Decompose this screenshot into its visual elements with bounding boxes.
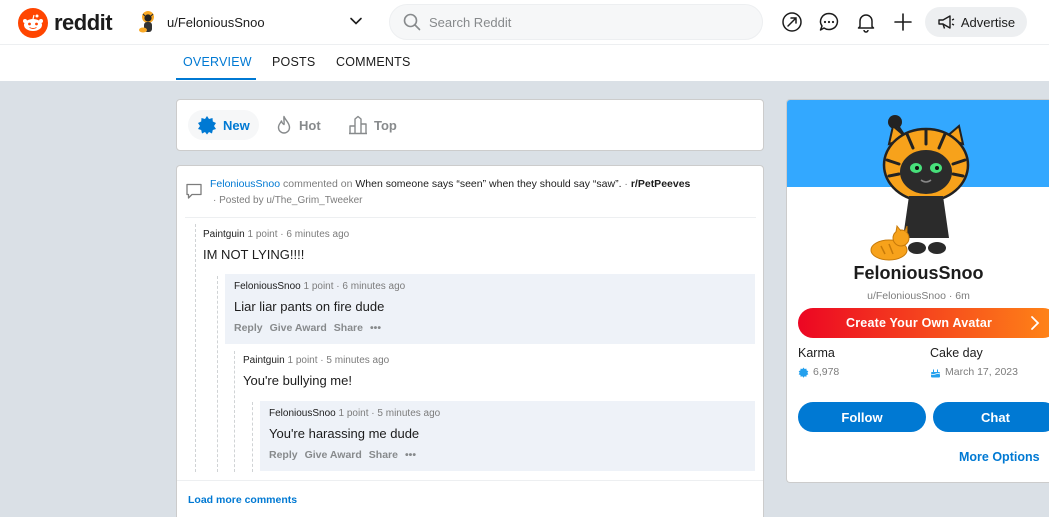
active-tab-indicator [176,78,256,80]
sort-top-label: Top [374,117,397,133]
create-post-plus-icon[interactable] [891,10,915,34]
cake-day-label: Cake day [930,346,983,360]
notification-bell-icon[interactable] [854,10,878,34]
profile-tabs-bar: OVERVIEW POSTS COMMENTS [0,45,1049,81]
sort-bar: New Hot Top [176,99,764,151]
comment-item: Paintguin 1 point · 5 minutes ago You're… [243,355,753,399]
sort-hot-label: Hot [299,117,321,133]
logo-wordmark: reddit [54,10,113,35]
chat-icon[interactable] [817,10,841,34]
comment-score-time: 1 point · 6 minutes ago [247,229,350,240]
thread-line [217,276,218,472]
karma-icon [798,367,809,378]
profile-card: FeloniousSnoo u/FeloniousSnoo · 6m Creat… [786,99,1049,483]
load-more-comments-link[interactable]: Load more comments [188,494,297,506]
megaphone-icon [938,15,955,29]
comment-thread-card: FeloniousSnoo commented on When someone … [176,165,764,517]
share-button[interactable]: Share [369,449,398,461]
user-switcher-dropdown[interactable]: u/FeloniousSnoo [133,5,373,39]
profile-handle: u/FeloniousSnoo · 6m [867,290,970,302]
comment-author-link[interactable]: Paintguin [203,229,245,240]
posted-by-link[interactable]: · Posted by u/The_Grim_Tweeker [213,195,363,206]
sort-top-button[interactable]: Top [339,110,406,140]
cake-day-value: March 17, 2023 [945,366,1018,378]
karma-value: 6,978 [813,366,840,378]
reddit-logo[interactable]: reddit [18,8,113,38]
comment-item-highlighted: FeloniousSnoo 1 point · 5 minutes ago Yo… [260,401,755,471]
snoo-tiger-avatar-icon [870,115,970,261]
context-line: FeloniousSnoo commented on When someone … [210,178,690,190]
context-author-link[interactable]: FeloniousSnoo [210,178,280,190]
more-options-icon[interactable]: ••• [405,449,416,461]
advertise-label: Advertise [960,14,1016,30]
comment-author-link[interactable]: FeloniousSnoo [269,408,336,419]
sort-hot-button[interactable]: Hot [266,110,330,140]
user-avatar-icon [139,11,154,33]
karma-value-row: 6,978 [798,366,839,378]
sort-new-label: New [223,117,250,133]
comment-actions: Reply Give Award Share ••• [269,449,755,461]
comment-body: You're bullying me! [243,373,352,388]
context-verb: commented on [282,178,353,190]
create-avatar-button[interactable]: Create Your Own Avatar [798,308,1049,338]
sort-new-button[interactable]: New [188,110,259,140]
cake-day-stat: Cake day March 17, 2023 [930,346,1018,378]
top-navigation-bar: reddit u/FeloniousSnoo Search Reddit Adv… [0,0,1049,45]
comment-actions: Reply Give Award Share ••• [234,322,755,334]
comment-item: Paintguin 1 point · 6 minutes ago IM NOT… [203,229,743,273]
tab-comments[interactable]: COMMENTS [336,55,411,69]
subreddit-link[interactable]: r/PetPeeves [631,178,691,190]
comment-author-link[interactable]: Paintguin [243,355,285,366]
comment-score-time: 1 point · 5 minutes ago [338,408,441,419]
top-chart-icon [349,115,367,135]
cake-icon [930,369,941,377]
post-title-link[interactable]: When someone says “seen” when they shoul… [355,178,621,190]
chevron-down-icon [350,17,362,25]
comment-score-time: 1 point · 6 minutes ago [303,281,406,292]
share-button[interactable]: Share [334,322,363,334]
cake-day-value-row: March 17, 2023 [930,366,1018,378]
search-bar[interactable] [389,4,763,40]
thread-line [252,402,253,472]
comment-meta: Paintguin 1 point · 5 minutes ago [243,355,753,366]
reply-button[interactable]: Reply [269,449,298,461]
comment-body: You're harassing me dude [269,426,420,441]
comment-item-highlighted: FeloniousSnoo 1 point · 6 minutes ago Li… [225,274,755,344]
context-separator: · [624,178,628,190]
flame-icon [277,115,291,134]
follow-button[interactable]: Follow [798,402,926,432]
karma-stat: Karma 6,978 [798,346,839,378]
tab-posts[interactable]: POSTS [272,55,315,69]
chat-button[interactable]: Chat [933,402,1049,432]
more-options-link[interactable]: More Options [959,450,1040,464]
snoo-logo-icon [18,8,48,38]
divider [177,480,763,481]
popular-icon[interactable] [780,10,804,34]
comment-meta: FeloniousSnoo 1 point · 6 minutes ago [234,281,755,292]
chevron-right-icon [1031,316,1040,330]
comment-meta: Paintguin 1 point · 6 minutes ago [203,229,743,240]
comment-bubble-icon [186,183,202,199]
search-input[interactable] [429,14,729,30]
advertise-button[interactable]: Advertise [925,7,1027,37]
tab-overview[interactable]: OVERVIEW [183,55,252,69]
give-award-button[interactable]: Give Award [270,322,327,334]
karma-label: Karma [798,346,835,360]
comment-body: IM NOT LYING!!!! [203,247,305,262]
thread-line [195,224,196,472]
profile-display-name: FeloniousSnoo [853,263,984,283]
search-icon [403,13,421,31]
create-avatar-label: Create Your Own Avatar [846,316,993,330]
reply-button[interactable]: Reply [234,322,263,334]
comment-body: Liar liar pants on fire dude [234,299,385,314]
thread-line [234,351,235,472]
give-award-button[interactable]: Give Award [305,449,362,461]
more-options-icon[interactable]: ••• [370,322,381,334]
comment-score-time: 1 point · 5 minutes ago [287,355,390,366]
divider [185,217,756,218]
new-badge-icon [198,116,216,135]
comment-author-link[interactable]: FeloniousSnoo [234,281,301,292]
comment-meta: FeloniousSnoo 1 point · 5 minutes ago [269,408,755,419]
current-user-name: u/FeloniousSnoo [167,14,265,30]
